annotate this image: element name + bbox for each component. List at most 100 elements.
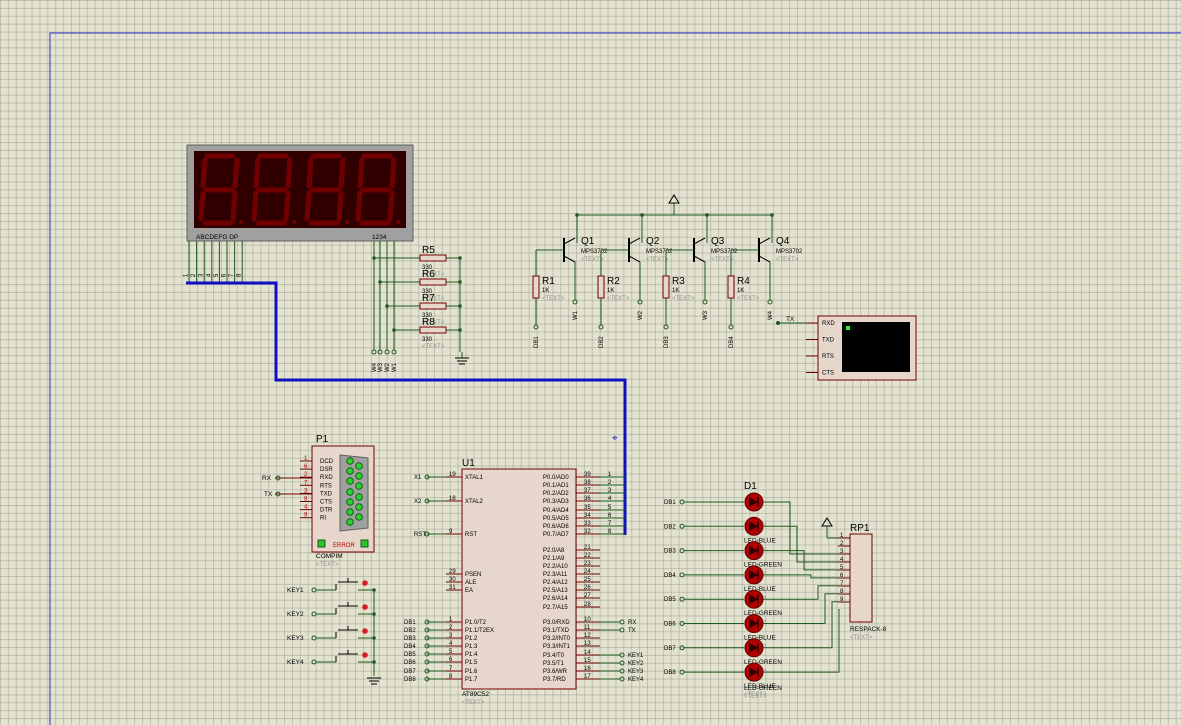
com-pin-dcd: DCD	[320, 459, 334, 465]
transistor-net: W1	[573, 310, 579, 320]
mcu-pin-name: P2.3/A11	[543, 572, 568, 578]
mcu-pin-name: P1.6	[465, 669, 478, 675]
mcu-pin-num: 28	[584, 602, 591, 608]
mcu-pin-num: 21	[584, 545, 591, 551]
com-port-pin-dot	[355, 482, 363, 490]
transistor-part: MPS3702	[776, 249, 803, 255]
resistor-r2[interactable]: R21K <TEXT> DB2	[597, 250, 630, 348]
mcu-pin-num: 13	[584, 641, 591, 647]
led-net-label: DB4	[664, 573, 676, 579]
resistor-r6[interactable]: R6330<TEXT>	[378, 269, 462, 302]
mcu-net-label: KEY1	[628, 653, 644, 659]
mcu-pin-name: P0.4/AD4	[543, 508, 569, 514]
led-net-label: DB8	[664, 670, 676, 676]
resistor-net: DB1	[534, 336, 540, 348]
virtual-terminal[interactable]: TX RXD TXD RTS CTS	[776, 315, 917, 381]
mcu-pin-num: 35	[584, 505, 591, 511]
transistor-net: W2	[638, 310, 644, 320]
mcu-pin-num: 22	[584, 553, 591, 559]
com-net-rx: RX	[262, 475, 272, 482]
mcu-pin-num: 25	[584, 577, 591, 583]
mcu-pin-name: P2.5/A13	[543, 588, 568, 594]
mcu-pin-name: P3.6/WR	[543, 669, 568, 675]
mcu-pin-name: P3.1/TXD	[543, 628, 570, 634]
mcu-pin-num: 38	[584, 480, 591, 486]
com-port-pin-dot	[346, 477, 354, 485]
resistor-text: <TEXT>	[607, 296, 630, 302]
mcu-net-label: KEY3	[628, 669, 644, 675]
mcu-pin-num: 26	[584, 585, 591, 591]
mcu-net-label: KEY4	[628, 677, 644, 683]
terminal-pin-rts: RTS	[822, 354, 834, 360]
mcu-pin-name: P2.0/A8	[543, 548, 565, 554]
segment-resistors[interactable]: R5330<TEXT>R6330<TEXT>R7 330<TEXT>R8 330<T…	[371, 245, 469, 372]
display-digit-labels: 1234	[372, 234, 387, 241]
mcu-pin-num: 17	[584, 674, 591, 680]
mcu-pin-name: EA	[465, 588, 473, 594]
mcu-pin-name: P1.3	[465, 644, 478, 650]
resistor-r8[interactable]: R8 330<TEXT>	[392, 317, 462, 350]
transistor-text: <TEXT>	[646, 257, 669, 263]
mcu-pin-num: 33	[584, 521, 591, 527]
led-last-label: LED-GREEN	[744, 685, 782, 692]
resistor-value: 1K	[737, 288, 744, 294]
mcu-net-label: DB7	[404, 669, 416, 675]
key-button-1[interactable]: KEY1	[287, 578, 376, 594]
com-port-pin-dot	[355, 513, 363, 521]
transistor-drivers[interactable]: Q1MPS3702<TEXT>W1R11K<TEXT>DB1Q2MPS3702<…	[532, 194, 803, 348]
resistor-ref: R6	[422, 269, 435, 280]
key-label: KEY1	[287, 587, 304, 594]
mcu-net-label: X1	[414, 475, 422, 481]
key-button-3[interactable]: KEY3	[287, 626, 376, 642]
resistor-r5[interactable]: R5330<TEXT>	[372, 245, 462, 278]
com-pin-dtr: DTR	[320, 508, 333, 514]
com-port-pin-dot	[355, 472, 363, 480]
mcu-net-label: KEY2	[628, 661, 644, 667]
com-ref: P1	[316, 434, 329, 445]
mcu-pin-num: 11	[584, 625, 591, 631]
key-button-4[interactable]: KEY4	[287, 650, 376, 666]
transistor-ref: Q4	[776, 236, 790, 247]
mcu-pin-name: P0.1/AD1	[543, 483, 569, 489]
com-port-pin-dot	[346, 467, 354, 475]
led-net-label: DB6	[664, 622, 676, 628]
mcu-pin-num: 36	[584, 496, 591, 502]
schematic-canvas[interactable]: ABCDEFG DP 1234 12345678 ⌖ R5330<TEXT>R6…	[0, 0, 1181, 725]
net-label: W1	[392, 362, 398, 372]
resistor-r4[interactable]: R41K <TEXT> DB4	[727, 250, 760, 348]
key-button-2[interactable]: KEY2	[287, 602, 376, 618]
resistor-value: 1K	[542, 288, 549, 294]
mcu-pin-num: 27	[584, 593, 591, 599]
mcu-pin-name: P0.3/AD3	[543, 499, 569, 505]
mcu-pin-name: RST	[465, 532, 477, 538]
respack-ref: RP1	[850, 523, 870, 534]
mcu-pin-name: P0.7/AD7	[543, 532, 569, 538]
net-label: W3	[378, 362, 384, 372]
respack-text: <TEXT>	[850, 635, 873, 641]
mcu-pin-name: P1.2	[465, 636, 478, 642]
terminal-pin-cts: CTS	[822, 371, 834, 377]
resistor-r1[interactable]: R11K <TEXT> DB1	[532, 250, 565, 348]
mcu-pin-num: 24	[584, 569, 591, 575]
mcu-ref: U1	[462, 458, 475, 469]
power-rail-icon	[668, 194, 680, 204]
com-pin-rxd: RXD	[320, 475, 333, 481]
transistor-q4[interactable]: Q4 MPS3702 <TEXT> W4	[731, 213, 803, 320]
seven-segment-display[interactable]: ABCDEFG DP 1234 12345678	[184, 144, 414, 283]
resistor-ref: R1	[542, 276, 555, 287]
key-buttons[interactable]: KEY1 KEY2 KEY3 KEY4	[287, 578, 381, 685]
transistor-q3[interactable]: Q3MPS3702<TEXT>W3	[666, 213, 738, 320]
mcu-net-label: TX	[628, 628, 636, 634]
transistor-text: <TEXT>	[711, 257, 734, 263]
transistor-q1[interactable]: Q1MPS3702<TEXT>W1	[536, 213, 608, 320]
com-pin-dsr: DSR	[320, 467, 333, 473]
com-port-compim[interactable]: P1 1 DCD6 DSR2 RXD7 RTS3 TXD8 CTS4 DTR9 RI ERROR…	[262, 434, 375, 568]
mcu-pin-name: P2.1/A9	[543, 556, 565, 562]
led-array[interactable]: D1 DB1<TEXT>DB2LED-BLUE<TEXT>DB3LED-GREE…	[664, 481, 840, 700]
mcu-pin-num: 37	[584, 488, 591, 494]
mcu-pin-num: 16	[584, 666, 591, 672]
mcu-at89c52[interactable]: U1 19 XTAL1X118 XTAL2X29 RSTRST29 PSEN30 ALE3…	[404, 458, 644, 706]
mcu-pin-name: P1.1/T2EX	[465, 628, 494, 634]
transistor-q2[interactable]: Q2MPS3702<TEXT>W2	[601, 213, 673, 320]
resistor-r3[interactable]: R31K <TEXT> DB3	[662, 250, 695, 348]
